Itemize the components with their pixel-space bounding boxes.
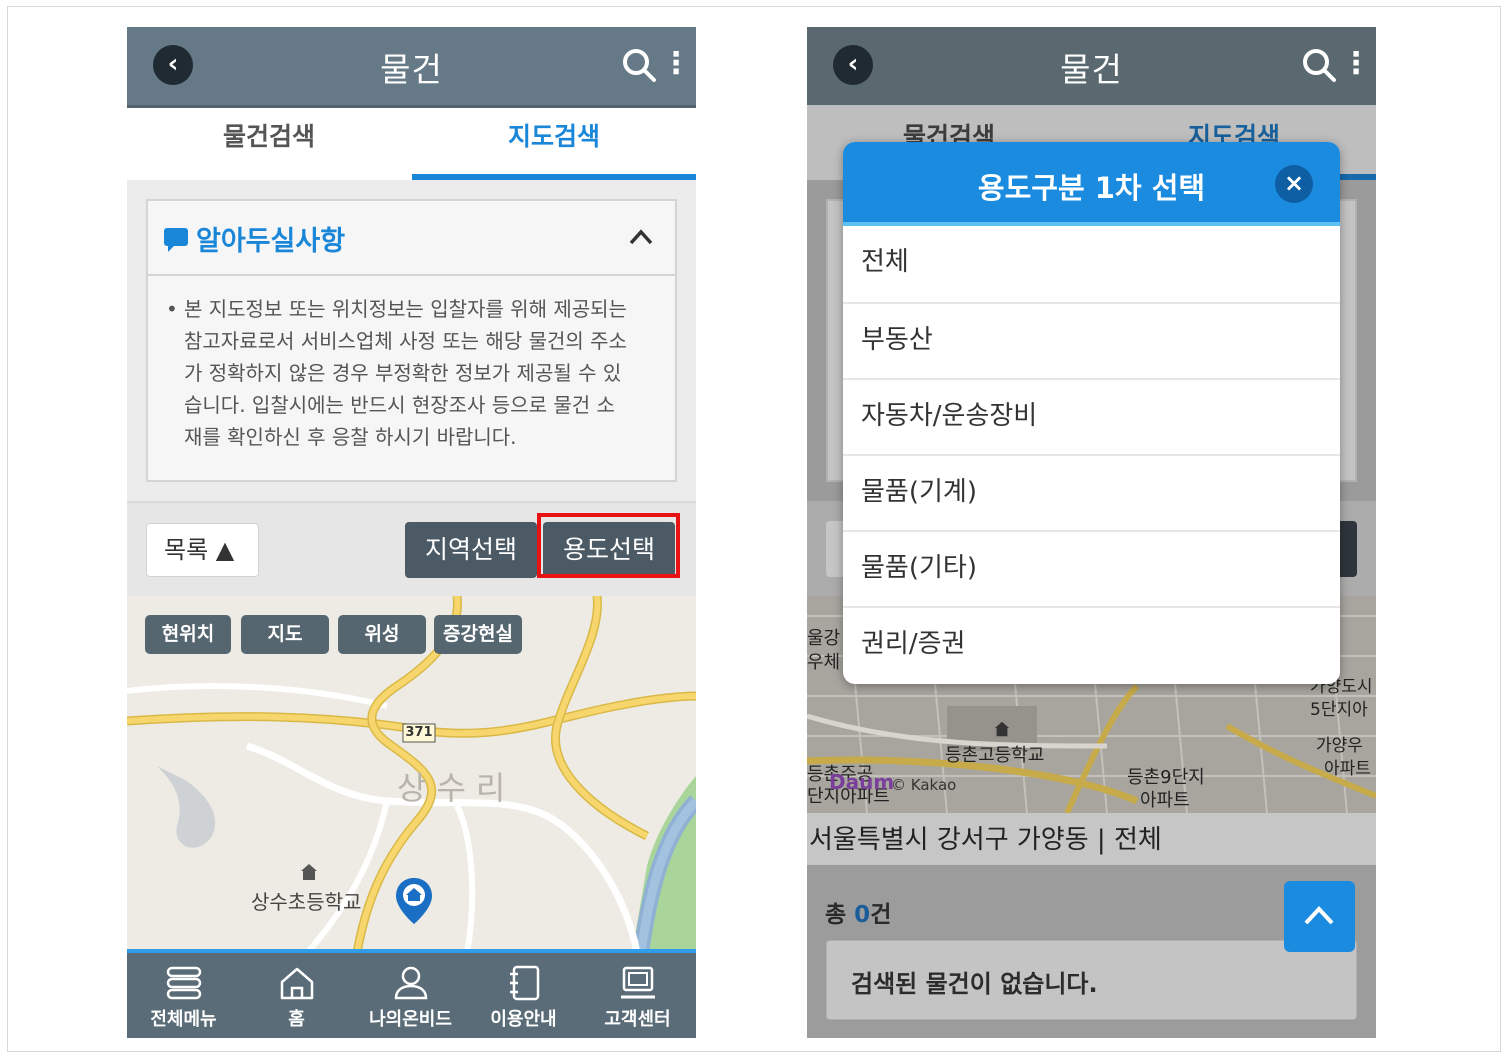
chevron-up-icon — [1304, 906, 1334, 925]
list-toggle-button[interactable]: 목록 ▲ — [146, 523, 259, 577]
page-title: 물건 — [380, 50, 443, 89]
map-label: 가양우 — [1316, 736, 1363, 756]
option-all[interactable]: 전체 — [843, 226, 1340, 302]
satellite-mode-button[interactable]: 위성 — [338, 615, 426, 654]
school-icon — [301, 864, 317, 880]
option-rights-securities[interactable]: 권리/증권 — [843, 606, 1340, 682]
menu-icon — [166, 966, 202, 1000]
close-icon[interactable]: × — [1275, 165, 1313, 203]
nav-all-menu[interactable]: 전체메뉴 — [127, 953, 240, 1038]
map-copyright: © Kakao — [891, 776, 957, 794]
option-goods-machinery[interactable]: 물품(기계) — [843, 454, 1340, 530]
address-bar: 서울특별시 강서구 가양동 | 전체 — [807, 813, 1376, 865]
notice-body: • 본 지도정보 또는 위치정보는 입찰자를 위해 제공되는 참고자료로서 서비… — [166, 293, 666, 453]
count-value: 0 — [854, 902, 871, 928]
option-vehicles[interactable]: 자동차/운송장비 — [843, 378, 1340, 454]
bottom-navigation: 전체메뉴 홈 나의온비드 이용안내 고객센터 — [127, 949, 696, 1038]
location-pin-icon[interactable] — [394, 876, 434, 926]
notice-panel: 알아두실사항 • 본 지도정보 또는 위치정보는 입찰자를 위해 제공되는 참고… — [146, 199, 677, 482]
chat-icon — [164, 228, 188, 252]
map-mode-button[interactable]: 지도 — [241, 615, 329, 654]
map-label: 5단지아 — [1310, 700, 1368, 720]
option-real-estate[interactable]: 부동산 — [843, 302, 1340, 378]
school-label: 상수초등학교 — [251, 890, 362, 914]
search-icon[interactable] — [621, 47, 657, 83]
notebook-icon — [510, 965, 540, 1001]
empty-message: 검색된 물건이 없습니다. — [851, 970, 1098, 998]
notice-title: 알아두실사항 — [196, 226, 346, 257]
area-label: 상수리 — [397, 769, 516, 807]
result-count: 총 0건 — [825, 895, 891, 929]
map-logo: Daum — [829, 770, 895, 794]
count-prefix: 총 — [825, 902, 855, 928]
nav-label: 이용안내 — [490, 1009, 557, 1030]
notice-line: 재를 확인하신 후 응찰 하시기 바랍니다. — [184, 425, 517, 449]
nav-label: 고객센터 — [604, 1009, 671, 1030]
map-label: 아파트 — [1324, 759, 1371, 779]
nav-label: 전체메뉴 — [150, 1009, 217, 1030]
phone-screen-usage-modal: ‹ 물건 ⋮ 물건검색 지도검색 울강 우체 가양도시 5단지아 가양우 아파트… — [807, 27, 1376, 1038]
route-number: 371 — [405, 725, 433, 740]
search-icon[interactable] — [1301, 47, 1337, 83]
tab-item-search[interactable]: 물건검색 — [127, 108, 411, 180]
current-location-button[interactable]: 현위치 — [145, 615, 231, 654]
nav-customer-center[interactable]: 고객센터 — [581, 953, 694, 1038]
tab-bar: 물건검색 지도검색 — [127, 105, 696, 180]
school-icon — [994, 721, 1010, 737]
notice-line: 습니다. 입찰시에는 반드시 현장조사 등으로 물건 소 — [184, 393, 615, 417]
chevron-up-icon[interactable] — [626, 225, 656, 249]
usage-select-modal: 용도구분 1차 선택 × 전체 부동산 자동차/운송장비 물품(기계) 물품(기… — [843, 142, 1340, 684]
nav-label: 나의온비드 — [369, 1009, 452, 1030]
count-suffix: 건 — [870, 902, 892, 928]
map-label: 우체 — [807, 652, 841, 673]
nav-my-onbid[interactable]: 나의온비드 — [354, 953, 467, 1038]
notice-line: 참고자료로서 서비스업체 사정 또는 해당 물건의 주소 — [184, 329, 627, 353]
map-view[interactable]: 현위치 지도 위성 증강현실 371 상수리 상수초등학교 — [127, 596, 696, 953]
notice-line: 본 지도정보 또는 위치정보는 입찰자를 위해 제공되는 — [184, 297, 627, 321]
person-icon — [394, 966, 428, 1000]
nav-guide[interactable]: 이용안내 — [467, 953, 580, 1038]
bullet: • — [166, 297, 178, 321]
nav-home[interactable]: 홈 — [240, 953, 353, 1038]
map-label: 울강 — [807, 628, 841, 649]
phone-screen-map-search: ‹ 물건 ⋮ 물건검색 지도검색 알아두실사항 • 본 지도정보 또는 위치정보… — [127, 27, 696, 1038]
monitor-icon — [621, 966, 655, 999]
empty-result-box: 검색된 물건이 없습니다. — [826, 940, 1357, 1020]
app-header: ‹ 물건 ⋮ — [127, 27, 696, 105]
region-select-button[interactable]: 지역선택 — [405, 522, 537, 578]
option-goods-other[interactable]: 물품(기타) — [843, 530, 1340, 606]
notice-line: 가 정확하지 않은 경우 부정확한 정보가 제공될 수 있 — [184, 361, 622, 385]
page-title: 물건 — [1060, 50, 1123, 89]
notice-header[interactable]: 알아두실사항 — [148, 201, 675, 276]
tab-map-search[interactable]: 지도검색 — [412, 108, 696, 180]
app-header: ‹ 물건 ⋮ — [807, 27, 1376, 105]
modal-header: 용도구분 1차 선택 × — [843, 142, 1340, 226]
address-text: 서울특별시 강서구 가양동 | 전체 — [809, 825, 1162, 855]
map-label: 등촌고등학교 — [945, 745, 1045, 766]
filter-controls: 목록 ▲ 지역선택 용도선택 — [127, 501, 696, 596]
scroll-top-button[interactable] — [1284, 881, 1355, 952]
map-label: 아파트 — [1140, 790, 1190, 811]
nav-label: 홈 — [288, 1009, 305, 1030]
home-icon — [280, 967, 314, 1000]
more-vert-icon[interactable]: ⋮ — [1341, 47, 1371, 81]
modal-title: 용도구분 1차 선택 — [977, 171, 1206, 205]
highlight-box — [537, 513, 680, 578]
ar-mode-button[interactable]: 증강현실 — [434, 615, 522, 654]
more-vert-icon[interactable]: ⋮ — [661, 47, 691, 81]
